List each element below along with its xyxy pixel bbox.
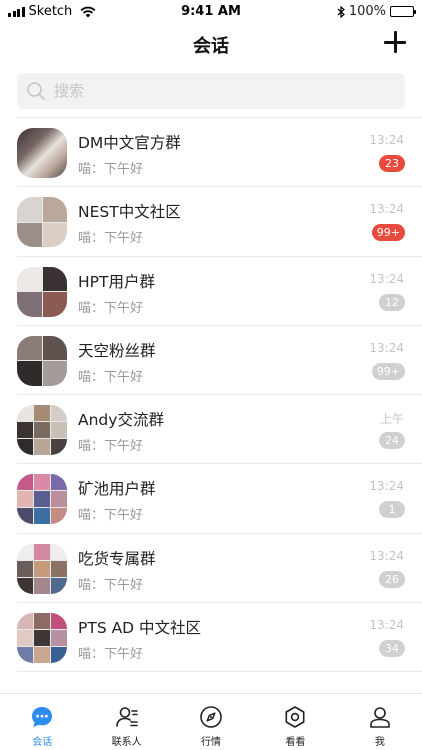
chat-time: 13:24 <box>369 618 404 633</box>
divider <box>17 671 422 673</box>
tab-label: 会话 <box>32 737 53 748</box>
chat-name: HPT用户群 <box>78 272 155 291</box>
chat-name: NEST中文社区 <box>78 203 181 222</box>
tab-label: 看看 <box>285 737 306 748</box>
avatar <box>17 613 67 664</box>
hexagon-icon <box>285 706 305 728</box>
chat-time: 13:24 <box>369 202 404 217</box>
chat-name: DM中文官方群 <box>78 134 181 152</box>
chat-time: 13:24 <box>369 271 404 286</box>
tab-bar: 会话 联系人 行情 看看 我 <box>0 693 422 750</box>
chat-name: 矿池用户群 <box>78 480 156 499</box>
search-icon <box>27 82 45 100</box>
avatar <box>17 405 67 456</box>
status-right: 100% <box>337 4 416 19</box>
person-icon <box>370 707 390 728</box>
plus-icon[interactable] <box>384 31 406 53</box>
bluetooth-icon <box>337 5 345 18</box>
chat-preview: 喵：下午好 <box>78 369 144 385</box>
tab-me[interactable]: 我 <box>338 694 422 750</box>
search-input[interactable] <box>54 82 374 100</box>
search-bar[interactable] <box>17 73 405 109</box>
chat-bubble-icon <box>32 707 53 727</box>
tab-label: 联系人 <box>111 737 142 748</box>
tab-contacts[interactable]: 联系人 <box>84 694 168 750</box>
chat-item[interactable]: 吃货专属群 喵：下午好 13:24 26 <box>0 534 422 604</box>
chat-preview: 喵：下午好 <box>78 577 144 593</box>
tab-market[interactable]: 行情 <box>169 694 253 750</box>
chat-time: 13:24 <box>369 479 404 494</box>
unread-badge: 12 <box>379 293 405 311</box>
unread-badge: 99+ <box>371 362 405 380</box>
chat-name: Andy交流群 <box>78 411 164 430</box>
nav-bar: 会话 <box>0 22 422 66</box>
chat-name: 天空粉丝群 <box>78 341 156 360</box>
tab-label: 行情 <box>201 737 222 748</box>
avatar <box>17 335 67 386</box>
chat-preview: 喵：下午好 <box>78 162 144 177</box>
avatar <box>17 128 67 178</box>
chat-name: 吃货专属群 <box>78 549 156 568</box>
chat-time: 13:24 <box>369 340 404 355</box>
chat-item[interactable]: 天空粉丝群 喵：下午好 13:24 99+ <box>0 326 422 396</box>
chat-time: 上午 <box>379 412 404 427</box>
chat-item[interactable]: NEST中文社区 喵：下午好 13:24 99+ <box>0 187 422 257</box>
chat-item[interactable]: HPT用户群 喵：下午好 13:24 12 <box>0 257 422 326</box>
tab-conversations[interactable]: 会话 <box>0 694 84 750</box>
tab-label: 我 <box>374 737 385 748</box>
chat-preview: 喵：下午好 <box>78 508 144 524</box>
chat-preview: 喵：下午好 <box>78 439 144 455</box>
status-bar: Sketch 9:41 AM 100% <box>0 0 422 22</box>
chat-item[interactable]: PTS AD 中文社区 喵：下午好 13:24 34 <box>0 603 422 673</box>
chat-preview: 喵：下午好 <box>78 300 144 316</box>
avatar <box>17 474 67 525</box>
chat-item[interactable]: DM中文官方群 喵：下午好 13:24 23 <box>0 118 422 188</box>
chat-preview: 喵：下午好 <box>78 231 144 247</box>
unread-badge: 24 <box>379 432 405 450</box>
chat-preview: 喵：下午好 <box>78 647 144 663</box>
page-title: 会话 <box>193 36 229 57</box>
tab-discover[interactable]: 看看 <box>253 694 337 750</box>
avatar <box>17 266 67 317</box>
unread-badge: 26 <box>379 570 405 588</box>
chat-item[interactable]: 矿池用户群 喵：下午好 13:24 1 <box>0 464 422 534</box>
chat-item[interactable]: Andy交流群 喵：下午好 上午 24 <box>0 395 422 465</box>
chat-name: PTS AD 中文社区 <box>78 619 202 638</box>
chat-time: 13:24 <box>369 548 404 563</box>
unread-badge: 99+ <box>371 224 405 242</box>
chat-list: DM中文官方群 喵：下午好 13:24 23 NEST中文社区 喵：下午好 13… <box>0 118 422 673</box>
compass-icon <box>200 706 222 728</box>
contacts-icon <box>115 707 138 727</box>
battery-icon <box>390 6 416 17</box>
battery-percent: 100% <box>348 4 386 19</box>
avatar <box>17 543 67 594</box>
avatar <box>17 197 67 248</box>
unread-badge: 34 <box>379 640 405 658</box>
unread-badge: 1 <box>379 501 405 519</box>
chat-time: 13:24 <box>369 133 404 147</box>
unread-badge: 23 <box>379 155 405 172</box>
